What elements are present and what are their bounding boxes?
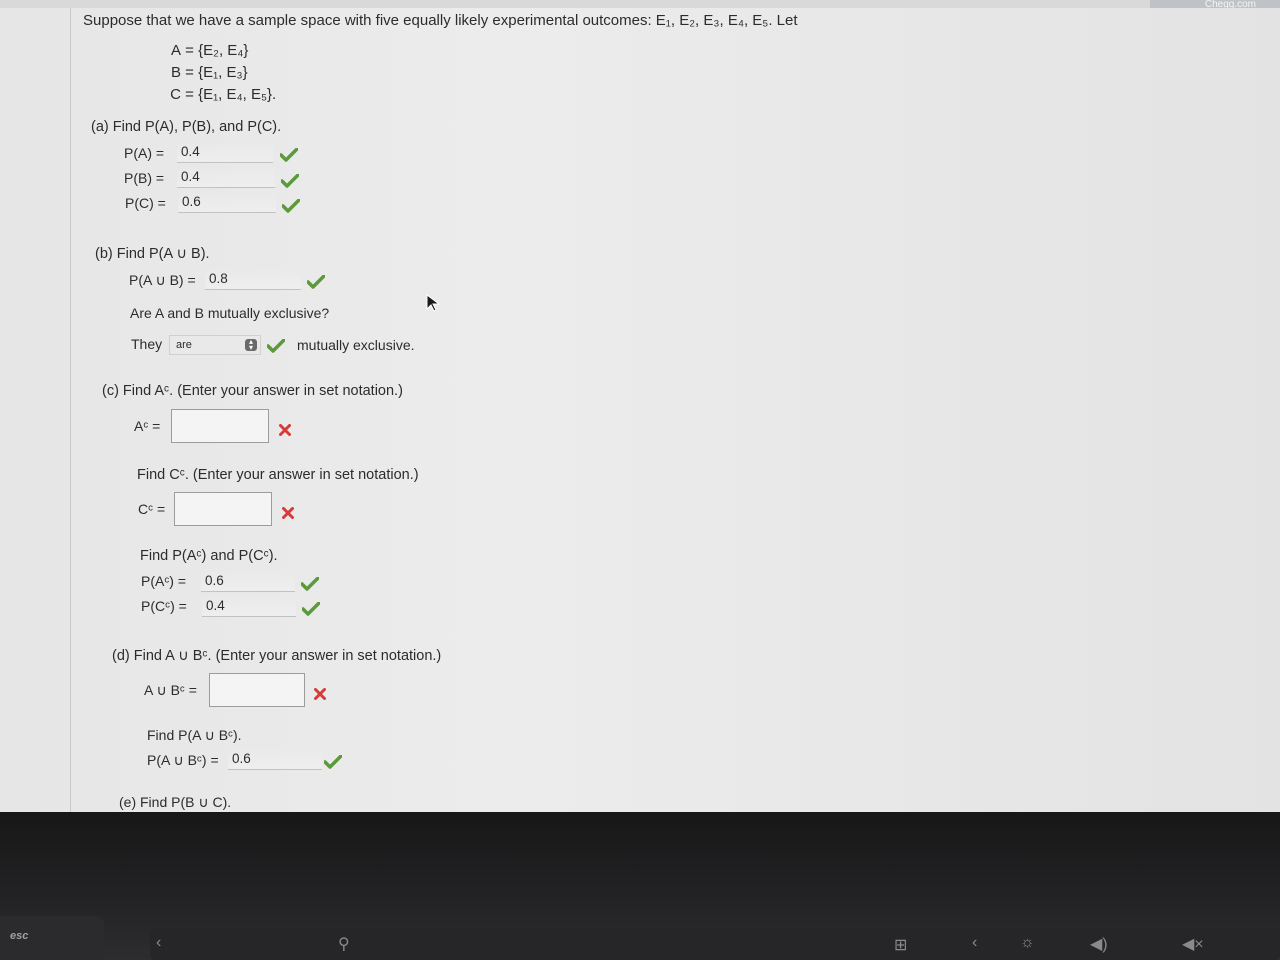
esc-key[interactable]: esc [0,916,104,960]
part-c-prompt: (c) Find Aᶜ. (Enter your answer in set n… [102,383,403,399]
intro-text: Suppose that we have a sample space with… [83,12,798,29]
correct-check-icon [301,577,319,591]
p-a-union-b-input[interactable]: 0.8 [205,268,301,290]
pb-input[interactable]: 0.4 [177,166,275,188]
correct-check-icon [307,275,325,289]
question-panel: Suppose that we have a sample space with… [70,8,1280,812]
pa-input[interactable]: 0.4 [177,141,273,163]
c-complement-label: Cᶜ = [138,501,166,517]
set-b-definition: B = {E₁, E₃} [170,64,248,81]
correct-check-icon [302,602,320,616]
part-e-prompt: (e) Find P(B ∪ C). [119,794,232,810]
collapse-chevron-icon[interactable]: ‹ [972,934,977,952]
correct-check-icon [281,174,299,188]
part-a-prompt: (a) Find P(A), P(B), and P(C). [91,119,282,135]
search-icon[interactable]: ⚲ [338,934,350,954]
p-a-union-b-label: P(A ∪ B) = [129,272,196,288]
p-a-union-b-complement-input[interactable]: 0.6 [228,748,322,770]
correct-check-icon [267,339,285,353]
p-a-union-b-complement-prompt: Find P(A ∪ Bᶜ). [147,727,242,743]
incorrect-x-icon [314,688,326,700]
p-a-complement-input[interactable]: 0.6 [201,570,295,592]
select-arrows-icon: ▴ ▾ [245,338,257,352]
correct-check-icon [324,755,342,769]
they-label: They [131,336,163,352]
a-union-b-complement-label: A ∪ Bᶜ = [144,682,197,698]
p-c-complement-label: P(Cᶜ) = [141,598,187,614]
correct-check-icon [282,199,300,213]
a-complement-label: Aᶜ = [134,418,161,434]
complement-prob-prompt: Find P(Aᶜ) and P(Cᶜ). [140,548,278,564]
browser-top-strip [0,0,1280,8]
mutually-exclusive-suffix: mutually exclusive. [297,337,415,353]
set-a-definition: A = {E₂, E₄} [170,42,249,59]
c-complement-input[interactable] [174,492,272,526]
pc-label: P(C) = [125,195,166,211]
a-complement-input[interactable] [171,409,269,443]
mouse-pointer-icon [426,294,440,312]
back-chevron-icon[interactable]: ‹ [156,934,161,952]
part-d-prompt: (d) Find A ∪ Bᶜ. (Enter your answer in s… [112,648,442,664]
touch-bar: ‹ ⚲ ⊞ ‹ ☼ ◀) ◀× [150,928,1280,960]
pa-label: P(A) = [124,145,165,161]
pb-label: P(B) = [124,170,165,186]
p-a-union-b-complement-label: P(A ∪ Bᶜ) = [147,752,219,768]
brightness-icon[interactable]: ☼ [1020,934,1035,952]
mutually-exclusive-question: Are A and B mutually exclusive? [130,305,330,321]
set-c-definition: C = {E₁, E₄, E₅}. [170,86,277,103]
p-c-complement-input[interactable]: 0.4 [202,595,296,617]
new-tab-icon[interactable]: ⊞ [894,935,907,955]
question-page: Suppose that we have a sample space with… [0,8,1280,812]
a-union-b-complement-input[interactable] [209,673,305,707]
c-complement-prompt: Find Cᶜ. (Enter your answer in set notat… [137,467,419,483]
incorrect-x-icon [279,424,291,436]
pc-input[interactable]: 0.6 [178,191,276,213]
incorrect-x-icon [282,507,294,519]
part-b-prompt: (b) Find P(A ∪ B). [95,246,210,262]
mute-icon[interactable]: ◀× [1182,934,1204,954]
mutually-exclusive-select[interactable]: are ▴ ▾ [169,335,261,355]
correct-check-icon [280,148,298,162]
p-a-complement-label: P(Aᶜ) = [141,573,187,589]
volume-icon[interactable]: ◀) [1090,934,1108,954]
